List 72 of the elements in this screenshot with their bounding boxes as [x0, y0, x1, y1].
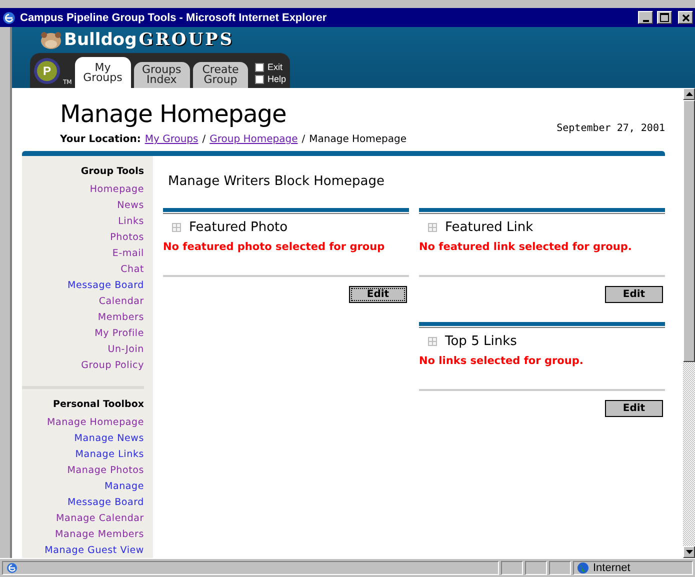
sidebar-link[interactable]: Un-Join: [108, 342, 144, 358]
sidebar-link[interactable]: Links: [118, 214, 144, 230]
toolbar-link[interactable]: Exit: [255, 62, 286, 72]
logo-badge[interactable]: P: [34, 58, 60, 84]
edit-button[interactable]: Edit: [349, 286, 407, 303]
sidebar-link[interactable]: Message Board: [68, 278, 144, 294]
sidebar-link[interactable]: My Profile: [94, 326, 144, 342]
maximize-button[interactable]: [657, 11, 672, 24]
breadcrumb-separator: /: [202, 134, 206, 145]
sidebar-link[interactable]: Manage News: [74, 431, 144, 447]
edit-button[interactable]: Edit: [605, 286, 663, 303]
up-arrow-icon: [686, 92, 692, 96]
browser-icon: [2, 10, 16, 24]
panel-title: Top 5 Links: [445, 334, 517, 349]
logo-text: Bulldog: [64, 30, 137, 50]
browser-icon: [6, 562, 18, 574]
panel-title: Featured Link: [445, 220, 534, 235]
breadcrumb-link[interactable]: My Groups: [144, 134, 198, 145]
expand-icon: [428, 223, 437, 232]
nav-tab[interactable]: My Groups: [74, 57, 131, 88]
edit-button[interactable]: Edit: [605, 400, 663, 417]
close-icon: [682, 14, 690, 22]
bulldog-icon: [40, 30, 62, 50]
sidebar-link[interactable]: Chat: [120, 262, 144, 278]
current-page-text: Manage Homepage: [309, 134, 407, 145]
panel-title: Featured Photo: [189, 220, 288, 235]
empty-message: No featured photo selected for group: [163, 241, 386, 253]
sidebar-link[interactable]: E-mail: [112, 246, 144, 262]
sidebar-link[interactable]: Manage Members: [55, 527, 144, 543]
page-title: Manage Homepage: [60, 100, 286, 128]
close-button[interactable]: [678, 11, 693, 24]
zone-text: Internet: [593, 562, 630, 574]
sidebar-heading: Personal Toolbox: [53, 399, 144, 412]
status-pane: [501, 561, 523, 575]
sidebar-link[interactable]: Manage Calendar: [56, 511, 144, 527]
sidebar-link[interactable]: Photos: [110, 230, 144, 246]
sidebar-link[interactable]: Manage Photos: [67, 463, 144, 479]
date-text: September 27, 2001: [556, 123, 665, 134]
maximize-icon: [660, 13, 669, 22]
globe-icon: [577, 562, 589, 574]
breadcrumb-link[interactable]: Group Homepage: [210, 134, 298, 145]
location-label: Your Location:: [60, 134, 141, 145]
sidebar-link[interactable]: Manage Homepage: [46, 415, 144, 431]
empty-message: No featured link selected for group.: [419, 241, 633, 253]
section-heading: Manage Writers Block Homepage: [167, 174, 386, 189]
breadcrumb-separator: /: [302, 134, 306, 145]
sidebar-link[interactable]: Homepage: [90, 182, 144, 198]
nav-tab[interactable]: Create Group: [192, 62, 248, 88]
down-arrow-icon: [686, 550, 692, 554]
sidebar-link[interactable]: Calendar: [98, 294, 144, 310]
scrollbar[interactable]: [683, 88, 695, 558]
minimize-icon: [642, 20, 648, 22]
sidebar-link[interactable]: Members: [98, 310, 144, 326]
sidebar-link[interactable]: Manage Links: [75, 447, 144, 463]
expand-icon: [428, 337, 437, 346]
sidebar-link[interactable]: Group Policy: [81, 358, 144, 374]
scroll-up-button[interactable]: [683, 88, 695, 100]
sidebar-link[interactable]: News: [117, 198, 144, 214]
nav-tab[interactable]: Groups Index: [134, 62, 190, 88]
status-pane: [549, 561, 571, 575]
minimize-button[interactable]: [638, 11, 653, 24]
sidebar-heading: Group Tools: [80, 166, 144, 179]
status-pane: [525, 561, 547, 575]
window-title: Campus Pipeline Group Tools - Microsoft Internet Explorer: [20, 12, 328, 24]
sidebar-link[interactable]: Manage Guest View: [44, 543, 144, 558]
sidebar-link[interactable]: Manage Message Board: [68, 479, 144, 511]
scroll-thumb[interactable]: [683, 100, 695, 362]
empty-message: No links selected for group.: [419, 355, 584, 367]
toolbar-link[interactable]: Help: [255, 74, 286, 84]
scroll-down-button[interactable]: [683, 546, 695, 558]
logo-text: GROUPS: [138, 30, 234, 50]
expand-icon: [172, 223, 181, 232]
